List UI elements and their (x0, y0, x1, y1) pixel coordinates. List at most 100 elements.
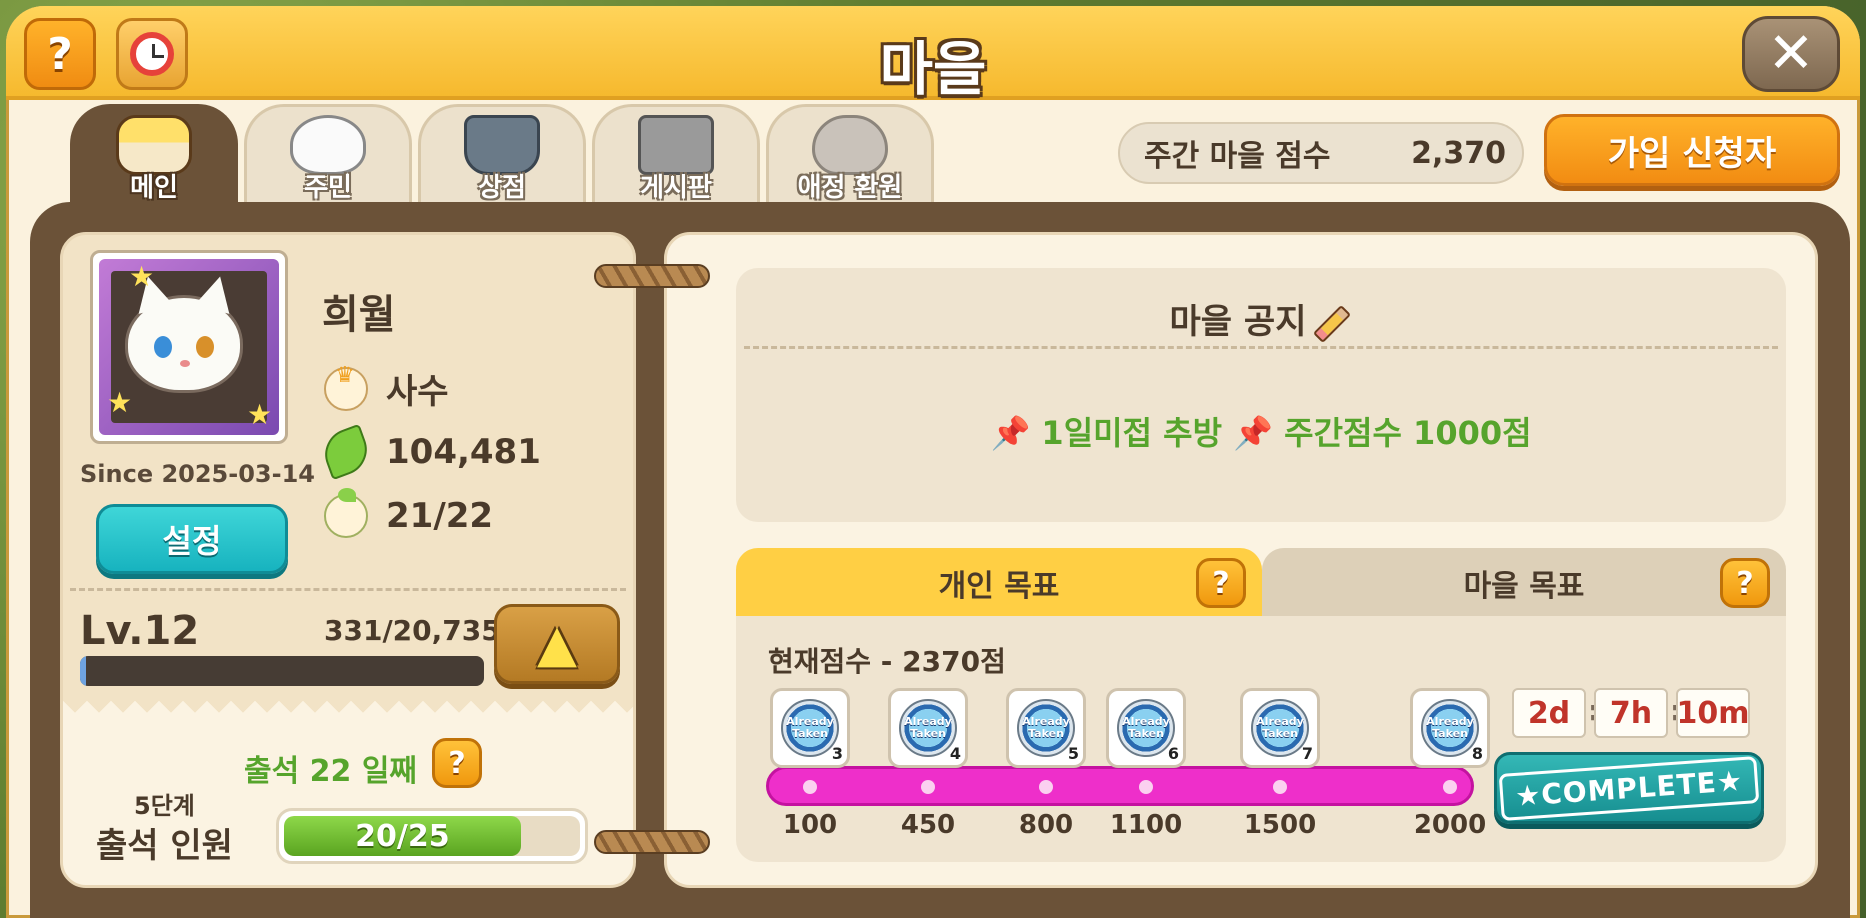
milestone-value: 1500 (1243, 810, 1317, 840)
members-value: 21/22 (386, 496, 494, 536)
milestone-reward-badge[interactable]: Already Taken 7 (1240, 688, 1320, 768)
milestone-value: 800 (1018, 810, 1074, 840)
timer-minutes: 10m (1676, 688, 1750, 738)
tab-main[interactable]: 메인 (70, 104, 238, 208)
current-score: 현재점수 - 2370점 (768, 645, 1006, 678)
already-taken-stamp-icon: Already Taken (781, 699, 839, 757)
since-date: Since 2025-03-14 (80, 460, 315, 488)
tab-label: 애정 환원 (797, 173, 903, 203)
attendance-help-button[interactable]: ? (432, 738, 482, 788)
applicants-button[interactable]: 가입 신청자 (1544, 114, 1840, 186)
question-icon: ? (1736, 565, 1754, 601)
avatar[interactable]: ★ ★ ★ (90, 250, 288, 444)
window-title: 마을 (879, 35, 987, 103)
badge-number: 4 (949, 744, 961, 763)
xp-value: 331/20,735 (324, 614, 501, 647)
zigzag-divider (63, 701, 633, 725)
alarm-button[interactable] (116, 18, 188, 90)
members-stat: 21/22 (324, 488, 494, 538)
pencil-icon[interactable] (1313, 304, 1352, 343)
question-icon: ? (47, 28, 73, 80)
board-icon (638, 115, 714, 175)
complete-button[interactable]: ★COMPLETE★ (1494, 752, 1764, 824)
already-taken-stamp-icon: Already Taken (899, 699, 957, 757)
milestone-dot (921, 780, 935, 794)
tab-label: 주민 (304, 173, 352, 203)
role-stat: 사수 (324, 363, 449, 413)
close-button[interactable]: ✕ (1742, 16, 1840, 92)
pin-icon: 📌 (1233, 414, 1274, 452)
badge-number: 3 (831, 744, 843, 763)
village-level: Lv.12 (80, 608, 200, 654)
star-icon: ★ (129, 260, 155, 293)
star-icon: ★ (247, 398, 273, 431)
tab-personal-goal[interactable]: 개인 목표 (736, 548, 1262, 618)
sprout-icon (324, 488, 368, 538)
attendance-members-label: 출석 인원 (96, 826, 233, 866)
milestone-reward-badge[interactable]: Already Taken 6 (1106, 688, 1186, 768)
milestone-dot (1039, 780, 1053, 794)
village-goal-help-button[interactable]: ? (1720, 558, 1770, 608)
tab-residents[interactable]: 주민 (244, 104, 412, 208)
milestone-dot (803, 780, 817, 794)
attendance-stage: 5단계 (134, 792, 195, 820)
weekly-score-label: 주간 마을 점수 (1144, 139, 1331, 174)
milestone-reward-badge[interactable]: Already Taken 3 (770, 688, 850, 768)
village-notice: 마을 공지 📌 1일미접 추방 📌 주간점수 1000점 (736, 268, 1786, 522)
tab-shop[interactable]: 상점 (418, 104, 586, 208)
milestone-reward-badge[interactable]: Already Taken 5 (1006, 688, 1086, 768)
tab-label: 메인 (130, 173, 178, 203)
milestone-value: 1100 (1109, 810, 1183, 840)
crown-icon (324, 363, 368, 411)
heart-icon (812, 115, 888, 175)
arrow-up-icon: ▲ (537, 614, 577, 674)
basket-icon (464, 115, 540, 175)
attendance-count: 20/25 (355, 818, 450, 854)
resident-icon (290, 115, 366, 175)
tab-label: 게시판 (640, 173, 712, 203)
milestone-reward-badge[interactable]: Already Taken 8 (1410, 688, 1490, 768)
badge-number: 6 (1167, 744, 1179, 763)
alarm-clock-icon (130, 32, 174, 76)
tab-village-goal[interactable]: 마을 목표 (1262, 548, 1786, 618)
rope-binding-top (594, 264, 710, 288)
already-taken-stamp-icon: Already Taken (1017, 699, 1075, 757)
milestone-dot (1139, 780, 1153, 794)
timer-hours: 7h (1594, 688, 1668, 738)
house-icon (116, 115, 192, 175)
personal-goal-help-button[interactable]: ? (1196, 558, 1246, 608)
milestone-value: 450 (900, 810, 956, 840)
leaves-value: 104,481 (386, 432, 541, 472)
village-leader-name: 희월 (322, 292, 396, 338)
help-button[interactable]: ? (24, 18, 96, 90)
role-text: 사수 (386, 372, 449, 412)
milestone-reward-badge[interactable]: Already Taken 4 (888, 688, 968, 768)
timer-days: 2d (1512, 688, 1586, 738)
close-icon: ✕ (1767, 21, 1815, 86)
milestone-value: 2000 (1413, 810, 1487, 840)
question-icon: ? (448, 745, 466, 781)
leaf-icon (317, 423, 375, 481)
leaves-stat: 104,481 (317, 423, 541, 481)
star-icon: ★ (107, 386, 133, 419)
cat-avatar-icon (125, 272, 243, 393)
weekly-score-value: 2,370 (1411, 135, 1506, 171)
already-taken-stamp-icon: Already Taken (1421, 699, 1479, 757)
settings-button[interactable]: 설정 (96, 504, 288, 574)
rope-binding-bottom (594, 830, 710, 854)
level-up-button[interactable]: ▲ (494, 604, 620, 684)
tab-affection-return[interactable]: 애정 환원 (766, 104, 934, 208)
already-taken-stamp-icon: Already Taken (1117, 699, 1175, 757)
badge-number: 5 (1067, 744, 1079, 763)
weekly-score-pill: 주간 마을 점수 2,370 (1118, 122, 1524, 184)
milestone-value: 100 (782, 810, 838, 840)
notice-title: 마을 공지 (736, 294, 1786, 343)
avatar-frame: ★ ★ ★ (99, 259, 279, 435)
xp-progress-bar (80, 656, 484, 686)
divider (70, 588, 626, 591)
attendance-progress-bar: 20/25 (276, 808, 588, 864)
notice-text: 📌 1일미접 추방 📌 주간점수 1000점 (990, 414, 1532, 452)
xp-progress-fill (80, 656, 87, 686)
goal-progress-track (766, 766, 1474, 806)
tab-board[interactable]: 게시판 (592, 104, 760, 208)
